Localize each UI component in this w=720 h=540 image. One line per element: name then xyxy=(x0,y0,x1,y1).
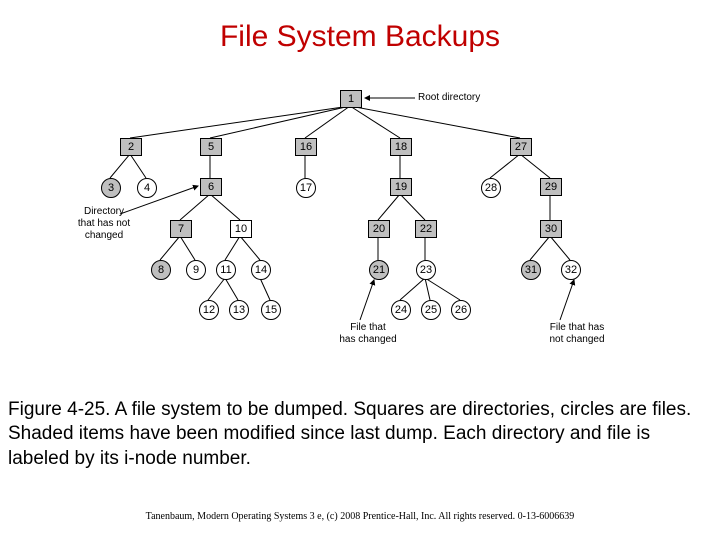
file-unchanged-line1: File that has xyxy=(550,322,604,333)
node-25: 25 xyxy=(421,300,441,320)
slide-title: File System Backups xyxy=(0,20,720,54)
node-31: 31 xyxy=(521,260,541,280)
node-22: 22 xyxy=(415,220,437,238)
node-19: 19 xyxy=(390,178,412,196)
node-26: 26 xyxy=(451,300,471,320)
node-32: 32 xyxy=(561,260,581,280)
file-unchanged-label: File that has not changed xyxy=(532,322,622,346)
node-4: 4 xyxy=(137,178,157,198)
node-9: 9 xyxy=(186,260,206,280)
node-2: 2 xyxy=(120,138,142,156)
node-15: 15 xyxy=(261,300,281,320)
node-8: 8 xyxy=(151,260,171,280)
node-1: 1 xyxy=(340,90,362,108)
node-13: 13 xyxy=(229,300,249,320)
dir-unchanged-line2: that has not xyxy=(78,218,130,229)
filesystem-diagram: 1 Root directory 2 5 16 18 27 3 4 6 17 1… xyxy=(80,90,640,380)
node-23: 23 xyxy=(416,260,436,280)
root-directory-label: Root directory xyxy=(418,92,480,104)
dir-unchanged-line1: Directory xyxy=(84,206,124,217)
node-3: 3 xyxy=(101,178,121,198)
file-changed-label: File that has changed xyxy=(328,322,408,346)
node-18: 18 xyxy=(390,138,412,156)
node-6: 6 xyxy=(200,178,222,196)
node-24: 24 xyxy=(391,300,411,320)
node-29: 29 xyxy=(540,178,562,196)
copyright-footer: Tanenbaum, Modern Operating Systems 3 e,… xyxy=(0,511,720,522)
node-5: 5 xyxy=(200,138,222,156)
node-30: 30 xyxy=(540,220,562,238)
file-changed-line2: has changed xyxy=(339,334,396,345)
node-12: 12 xyxy=(199,300,219,320)
dir-unchanged-line3: changed xyxy=(85,230,123,241)
figure-caption: Figure 4-25. A file system to be dumped.… xyxy=(8,398,712,471)
node-20: 20 xyxy=(368,220,390,238)
node-14: 14 xyxy=(251,260,271,280)
node-11: 11 xyxy=(216,260,236,280)
node-21: 21 xyxy=(369,260,389,280)
node-28: 28 xyxy=(481,178,501,198)
dir-unchanged-label: Directory that has not changed xyxy=(70,206,138,242)
file-changed-line1: File that xyxy=(350,322,386,333)
node-10: 10 xyxy=(230,220,252,238)
node-7: 7 xyxy=(170,220,192,238)
node-27: 27 xyxy=(510,138,532,156)
file-unchanged-line2: not changed xyxy=(549,334,604,345)
node-17: 17 xyxy=(296,178,316,198)
node-16: 16 xyxy=(295,138,317,156)
